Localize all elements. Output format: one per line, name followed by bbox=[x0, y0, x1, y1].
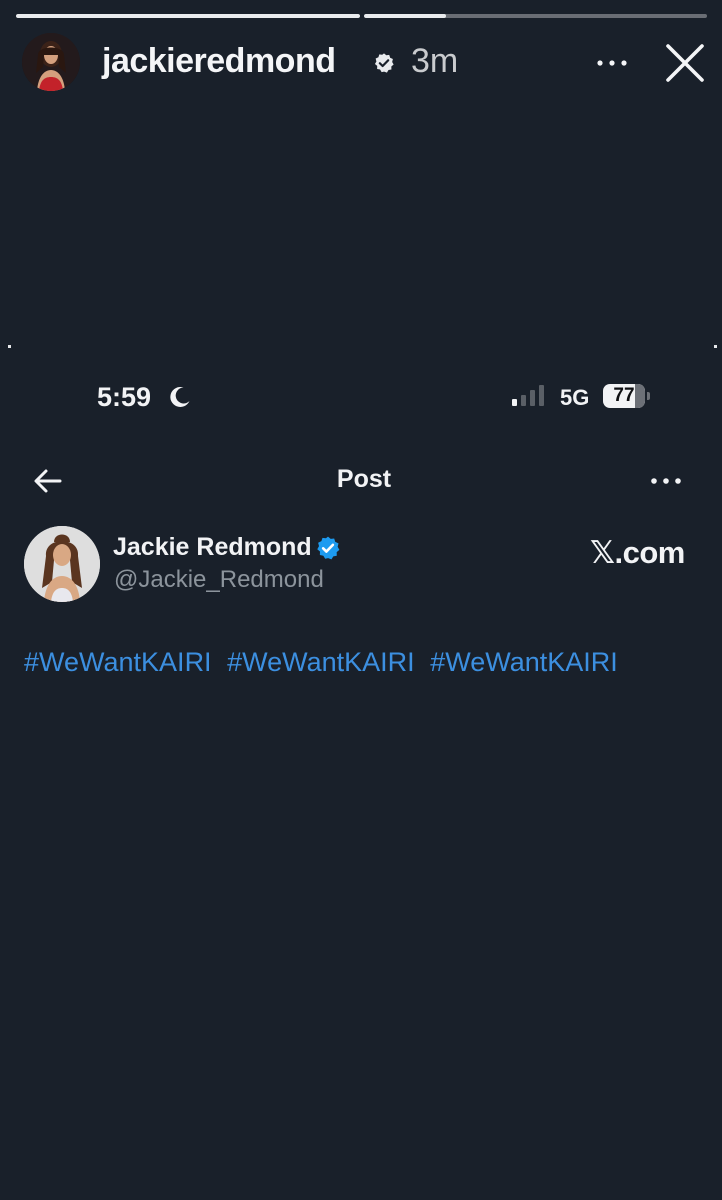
battery-nub bbox=[647, 392, 650, 400]
progress-segment-1 bbox=[16, 14, 360, 18]
author-name[interactable]: Jackie Redmond bbox=[113, 533, 312, 562]
author-avatar-image bbox=[24, 526, 100, 602]
screenshot-corner bbox=[714, 345, 717, 348]
post-screenshot[interactable]: 5:59 5G 77 Post Jackie Redmond @Jackie_R… bbox=[8, 345, 720, 715]
progress-segment-2 bbox=[363, 14, 707, 18]
battery-body: 77 bbox=[603, 384, 645, 408]
more-horizontal-icon[interactable] bbox=[594, 51, 630, 75]
author-avatar[interactable] bbox=[24, 526, 100, 602]
avatar-image bbox=[22, 33, 80, 91]
hashtag-link[interactable]: #WeWantKAIRI bbox=[430, 647, 618, 677]
post-text: #WeWantKAIRI #WeWantKAIRI #WeWantKAIRI bbox=[24, 647, 626, 678]
progress-fill bbox=[16, 14, 360, 18]
status-time: 5:59 bbox=[97, 382, 152, 412]
close-icon[interactable] bbox=[665, 43, 705, 83]
more-horizontal-icon[interactable] bbox=[648, 473, 684, 489]
progress-fill bbox=[363, 14, 446, 18]
author-handle[interactable]: @Jackie_Redmond bbox=[114, 566, 324, 594]
battery-percent: 77 bbox=[613, 385, 635, 406]
story-header: jackieredmond 3m bbox=[22, 33, 712, 93]
page-title: Post bbox=[336, 465, 392, 493]
verified-badge-icon bbox=[374, 53, 394, 73]
signal-icon bbox=[512, 385, 544, 406]
avatar[interactable] bbox=[22, 33, 80, 91]
story-username[interactable]: jackieredmond bbox=[102, 42, 336, 81]
hashtag-link[interactable]: #WeWantKAIRI bbox=[227, 647, 415, 677]
hashtag-link[interactable]: #WeWantKAIRI bbox=[24, 647, 212, 677]
moon-icon bbox=[170, 386, 190, 407]
story-progress bbox=[16, 14, 707, 18]
network-type: 5G bbox=[560, 385, 590, 410]
screenshot-corner bbox=[8, 345, 11, 348]
verified-badge-icon bbox=[317, 536, 340, 560]
story-time-ago: 3m bbox=[411, 42, 459, 80]
source-label: 𝕏.com bbox=[590, 535, 685, 570]
battery-icon: 77 bbox=[603, 384, 650, 408]
